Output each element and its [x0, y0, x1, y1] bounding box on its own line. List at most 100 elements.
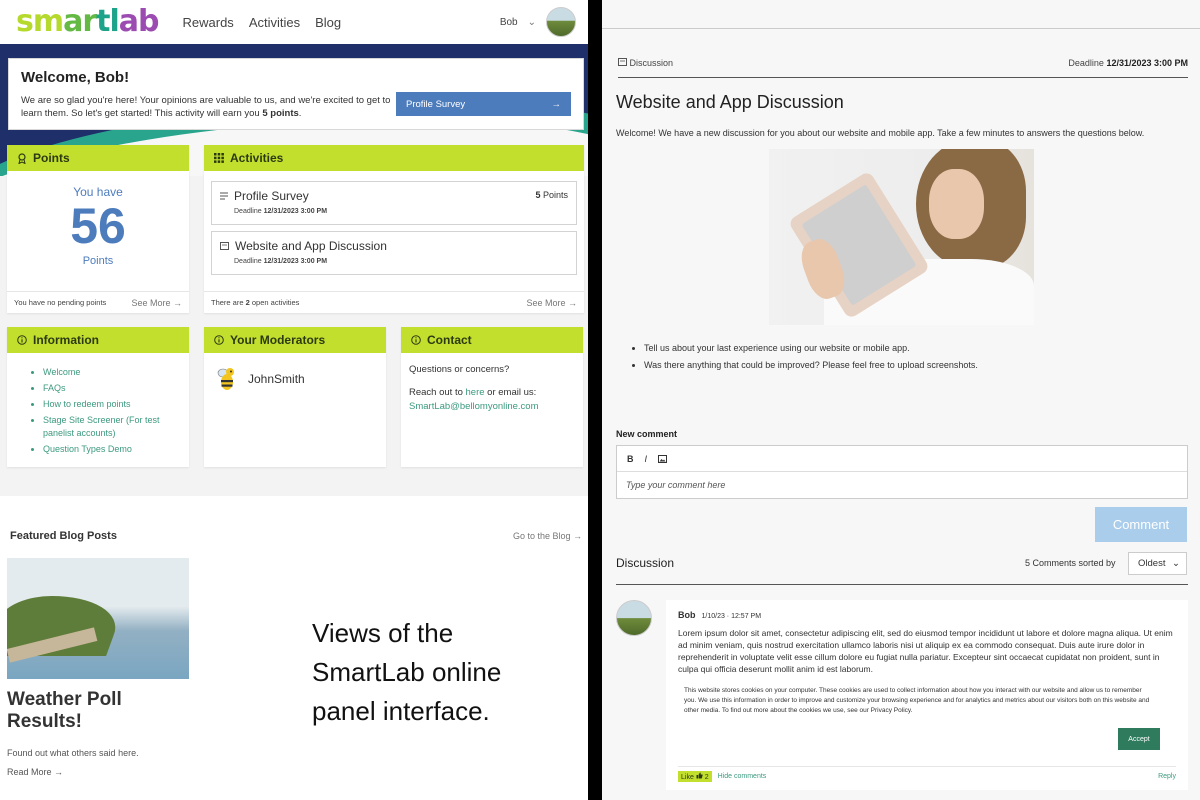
welcome-title: Welcome, Bob!: [21, 69, 130, 86]
discussion-section-label: Discussion: [616, 556, 675, 570]
points-unit: Points: [82, 255, 114, 267]
bee-mascot-icon: [217, 368, 234, 390]
welcome-text: We are so glad you're here! Your opinion…: [21, 94, 391, 121]
comment-input[interactable]: Type your comment here: [617, 472, 1187, 498]
contact-body: Questions or concerns? Reach out to here…: [401, 353, 583, 423]
discussion-intro: Welcome! We have a new discussion for yo…: [616, 128, 1145, 138]
info-icon: [214, 335, 224, 345]
info-link-faqs[interactable]: FAQs: [43, 382, 189, 394]
activity-item-website-discussion[interactable]: Website and App Discussion Deadline 12/3…: [211, 231, 577, 275]
deadline-label: Deadline: [1068, 58, 1104, 68]
thumbs-up-icon: [696, 772, 703, 779]
points-card-footer: You have no pending points See More →: [7, 291, 189, 313]
bold-button[interactable]: B: [627, 454, 634, 464]
moderators-card-header: Your Moderators: [204, 327, 386, 353]
screenshot-frame: smartlab Rewards Activities Blog Bob ⌄ W…: [0, 0, 1200, 800]
info-icon: [17, 335, 27, 345]
avatar[interactable]: [616, 600, 652, 636]
contact-card: Contact Questions or concerns? Reach out…: [401, 327, 583, 467]
avatar[interactable]: [546, 7, 576, 37]
smartlab-logo[interactable]: smartlab: [16, 4, 160, 39]
figure-caption: Views of the SmartLab online panel inter…: [312, 618, 502, 726]
welcome-period: .: [298, 108, 302, 120]
activities-card-header: Activities: [204, 145, 584, 171]
comment-timestamp: 1/10/23 · 12:57 PM: [701, 613, 762, 620]
information-card-header: Information: [7, 327, 189, 353]
comments-count-text: 5 Comments sorted by: [1025, 558, 1116, 568]
nav-blog[interactable]: Blog: [315, 15, 341, 30]
list-icon: [220, 192, 228, 200]
activity-item-profile-survey[interactable]: Profile Survey Deadline 12/31/2023 3:00 …: [211, 181, 577, 225]
nav-activities[interactable]: Activities: [249, 15, 300, 30]
activities-card-footer: There are 2 open activities See More →: [204, 291, 584, 313]
deadline-value: 12/31/2023 3:00 PM: [1106, 58, 1188, 68]
moderator-entry[interactable]: JohnSmith: [204, 353, 386, 405]
reply-link[interactable]: Reply: [1158, 773, 1176, 780]
open-activities-text: There are 2 open activities: [211, 298, 299, 307]
information-card-title: Information: [33, 333, 99, 347]
user-menu[interactable]: Bob ⌄: [500, 7, 576, 37]
nav-rewards[interactable]: Rewards: [183, 15, 234, 30]
info-link-welcome[interactable]: Welcome: [43, 366, 189, 378]
blog-post-title[interactable]: Weather Poll Results!: [7, 689, 177, 733]
comment-body: Lorem ipsum dolor sit amet, consectetur …: [678, 628, 1173, 674]
go-to-blog-link[interactable]: Go to the Blog →: [513, 531, 582, 541]
image-icon[interactable]: [658, 454, 668, 463]
activity-deadline: 12/31/2023 3:00 PM: [263, 258, 328, 265]
question-item: Tell us about your last experience using…: [644, 340, 978, 357]
logo-part-4: ab: [118, 4, 160, 39]
discussion-icon: [618, 58, 627, 66]
points-card: Points You have 56 Points You have no pe…: [7, 145, 189, 313]
top-divider: [602, 28, 1200, 29]
points-card-title: Points: [33, 151, 70, 165]
featured-blog-heading: Featured Blog Posts: [10, 530, 117, 542]
welcome-points: 5 points: [262, 108, 299, 120]
points-see-more-link[interactable]: See More →: [131, 298, 182, 308]
like-button[interactable]: Like 2: [678, 771, 712, 782]
contact-here-link[interactable]: here: [466, 387, 485, 398]
cards-area: Points You have 56 Points You have no pe…: [0, 145, 588, 496]
contact-reach-post: or email us:: [487, 387, 537, 399]
logo-part-1: sm: [16, 4, 64, 39]
information-links: Welcome FAQs How to redeem points Stage …: [7, 353, 189, 455]
editor-toolbar: B I: [617, 446, 1187, 472]
comment-submit-button[interactable]: Comment: [1095, 507, 1187, 542]
discussion-photo: [769, 149, 1034, 325]
accept-cookies-button[interactable]: Accept: [1118, 728, 1160, 750]
question-item: Was there anything that could be improve…: [644, 357, 978, 374]
chevron-down-icon: ⌄: [527, 16, 536, 28]
discussion-type-label: Discussion: [629, 58, 674, 68]
discussion-header: Discussion Deadline 12/31/2023 3:00 PM: [618, 58, 1188, 78]
chevron-down-icon: ⌄: [1172, 558, 1180, 569]
info-link-redeem[interactable]: How to redeem points: [43, 398, 189, 410]
discussion-type: Discussion: [618, 58, 673, 77]
cookie-notice-text: This website stores cookies on your comp…: [684, 687, 1150, 714]
activity-title: Profile Survey: [234, 189, 309, 203]
like-label: Like: [681, 774, 694, 781]
discussion-panel: Discussion Deadline 12/31/2023 3:00 PM W…: [602, 0, 1200, 800]
info-link-screener[interactable]: Stage Site Screener (For test panelist a…: [43, 414, 189, 438]
comment-meta: Bob 1/10/23 · 12:57 PM: [678, 610, 1176, 620]
information-card: Information Welcome FAQs How to redeem p…: [7, 327, 189, 467]
profile-survey-button[interactable]: Profile Survey →: [396, 92, 571, 116]
activity-points-num: 5: [535, 190, 541, 200]
comment-actions: Like 2 Hide comments Reply: [678, 766, 1176, 782]
read-more-link[interactable]: Read More →: [7, 767, 63, 777]
contact-email-link[interactable]: SmartLab@bellomyonline.com: [409, 400, 575, 413]
contact-reach-out: Reach out to here or email us:: [409, 386, 575, 399]
pending-points-text: You have no pending points: [14, 298, 107, 307]
open-activities-pre: There are: [211, 298, 244, 307]
italic-button[interactable]: I: [645, 454, 648, 464]
info-link-question-types[interactable]: Question Types Demo: [43, 443, 189, 455]
points-card-header: Points: [7, 145, 189, 171]
blog-post-image[interactable]: [7, 558, 189, 679]
activities-see-more-link[interactable]: See More →: [526, 298, 577, 308]
comment-editor: B I Type your comment here: [616, 445, 1188, 499]
sort-select[interactable]: Oldest ⌄: [1128, 552, 1187, 575]
photo-face: [929, 169, 984, 239]
points-value: 56: [70, 198, 126, 254]
activity-deadline: 12/31/2023 3:00 PM: [263, 208, 328, 215]
moderators-card-title: Your Moderators: [230, 333, 326, 347]
contact-reach-pre: Reach out to: [409, 387, 463, 399]
hide-comments-link[interactable]: Hide comments: [718, 773, 767, 780]
